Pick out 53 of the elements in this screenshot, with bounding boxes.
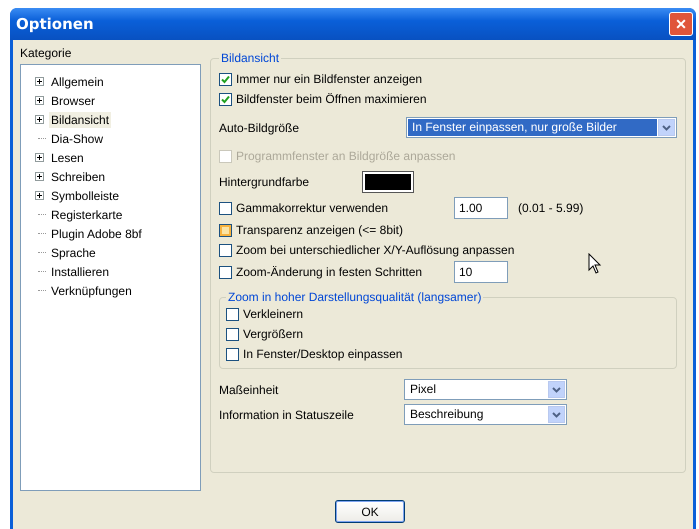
tree-item[interactable]: Lesen — [49, 150, 86, 166]
checkbox-label: Gammakorrektur verwenden — [236, 201, 390, 215]
field-label: Hintergrundfarbe — [219, 175, 307, 189]
checkbox[interactable] — [226, 348, 239, 360]
tree-item[interactable]: Verknüpfungen — [49, 282, 134, 298]
checkbox[interactable] — [226, 308, 239, 320]
chevron-down-icon — [552, 412, 561, 418]
checkbox-label: Bildfenster beim Öffnen maximieren — [236, 92, 427, 106]
dropdown[interactable]: In Fenster einpassen, nur große Bilder — [406, 117, 677, 138]
checkbox[interactable] — [226, 328, 239, 340]
window-title: Optionen — [16, 15, 94, 33]
tree-item[interactable]: Allgemein — [49, 74, 106, 90]
checkbox-label: Vergrößern — [243, 327, 304, 341]
checkbox[interactable] — [219, 72, 232, 86]
group-title: Bildansicht — [220, 51, 280, 65]
checkbox-label: Zoom-Änderung in festen Schritten — [236, 265, 424, 279]
checkbox-label: Transparenz anzeigen (<= 8bit) — [236, 223, 403, 237]
checkbox-label: Verkleinern — [243, 307, 304, 321]
number-field[interactable]: 1.00 — [454, 197, 508, 219]
number-field[interactable]: 10 — [454, 261, 508, 283]
dropdown-value: In Fenster einpassen, nur große Bilder — [408, 119, 657, 136]
tree-item[interactable]: Schreiben — [49, 168, 108, 184]
tree-item[interactable]: Symbolleiste — [49, 188, 122, 204]
tree-label: Kategorie — [20, 46, 72, 60]
tree-item[interactable]: Browser — [49, 92, 98, 108]
dropdown[interactable]: Beschreibung — [404, 404, 567, 425]
mouse-cursor-icon — [588, 253, 602, 275]
checkbox-label: Programmfenster an Bildgröße anpassen — [236, 149, 456, 163]
checkbox-label: In Fenster/Desktop einpassen — [243, 347, 402, 361]
field-label: Maßeinheit — [219, 382, 280, 396]
tree-item[interactable]: Plugin Adobe 8bf — [49, 226, 144, 242]
dropdown[interactable]: Pixel — [404, 379, 567, 400]
tree-item[interactable]: Bildansicht — [49, 112, 112, 128]
tree-item[interactable]: Sprache — [49, 244, 98, 260]
tree-item[interactable]: Installieren — [49, 264, 112, 280]
checkbox-label: Immer nur ein Bildfenster anzeigen — [236, 72, 422, 86]
tree-item[interactable]: Registerkarte — [49, 206, 124, 222]
range-hint: (0.01 - 5.99) — [518, 201, 584, 215]
chevron-down-icon — [552, 386, 561, 392]
checkbox[interactable] — [219, 244, 232, 256]
field-label: Auto-Bildgröße — [219, 120, 300, 134]
field-label: Information in Statuszeile — [219, 408, 355, 422]
checkbox[interactable] — [219, 266, 232, 278]
close-button[interactable]: × — [669, 12, 693, 36]
chevron-down-icon — [662, 124, 671, 130]
tree-item[interactable]: Dia-Show — [49, 130, 106, 146]
checkbox[interactable] — [219, 224, 232, 236]
checkbox[interactable] — [219, 202, 232, 214]
checkbox-label: Zoom bei unterschiedlicher X/Y-Auflösung anpassen — [236, 243, 514, 257]
group-title: Zoom in hoher Darstellungsqualität (langsamer) — [227, 290, 482, 304]
checkbox[interactable] — [219, 92, 232, 106]
ok-button[interactable]: OK — [335, 500, 405, 523]
color-swatch[interactable] — [363, 172, 413, 192]
